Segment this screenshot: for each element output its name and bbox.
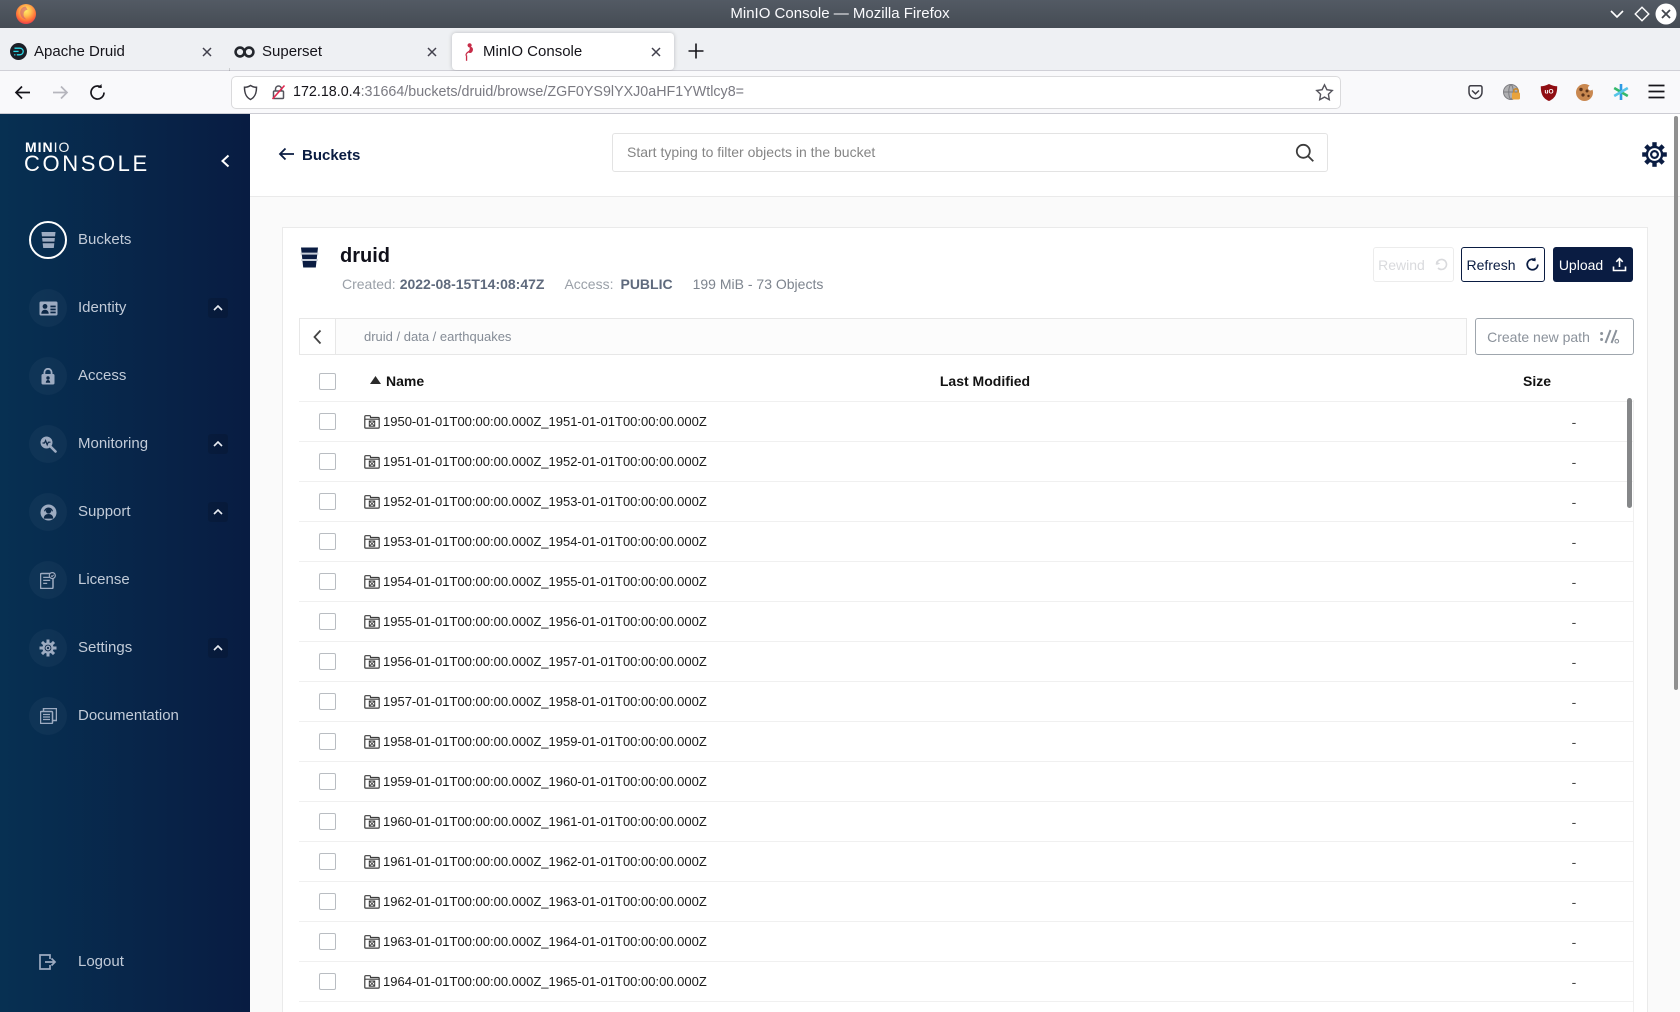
svg-text:uO: uO (1544, 89, 1553, 96)
